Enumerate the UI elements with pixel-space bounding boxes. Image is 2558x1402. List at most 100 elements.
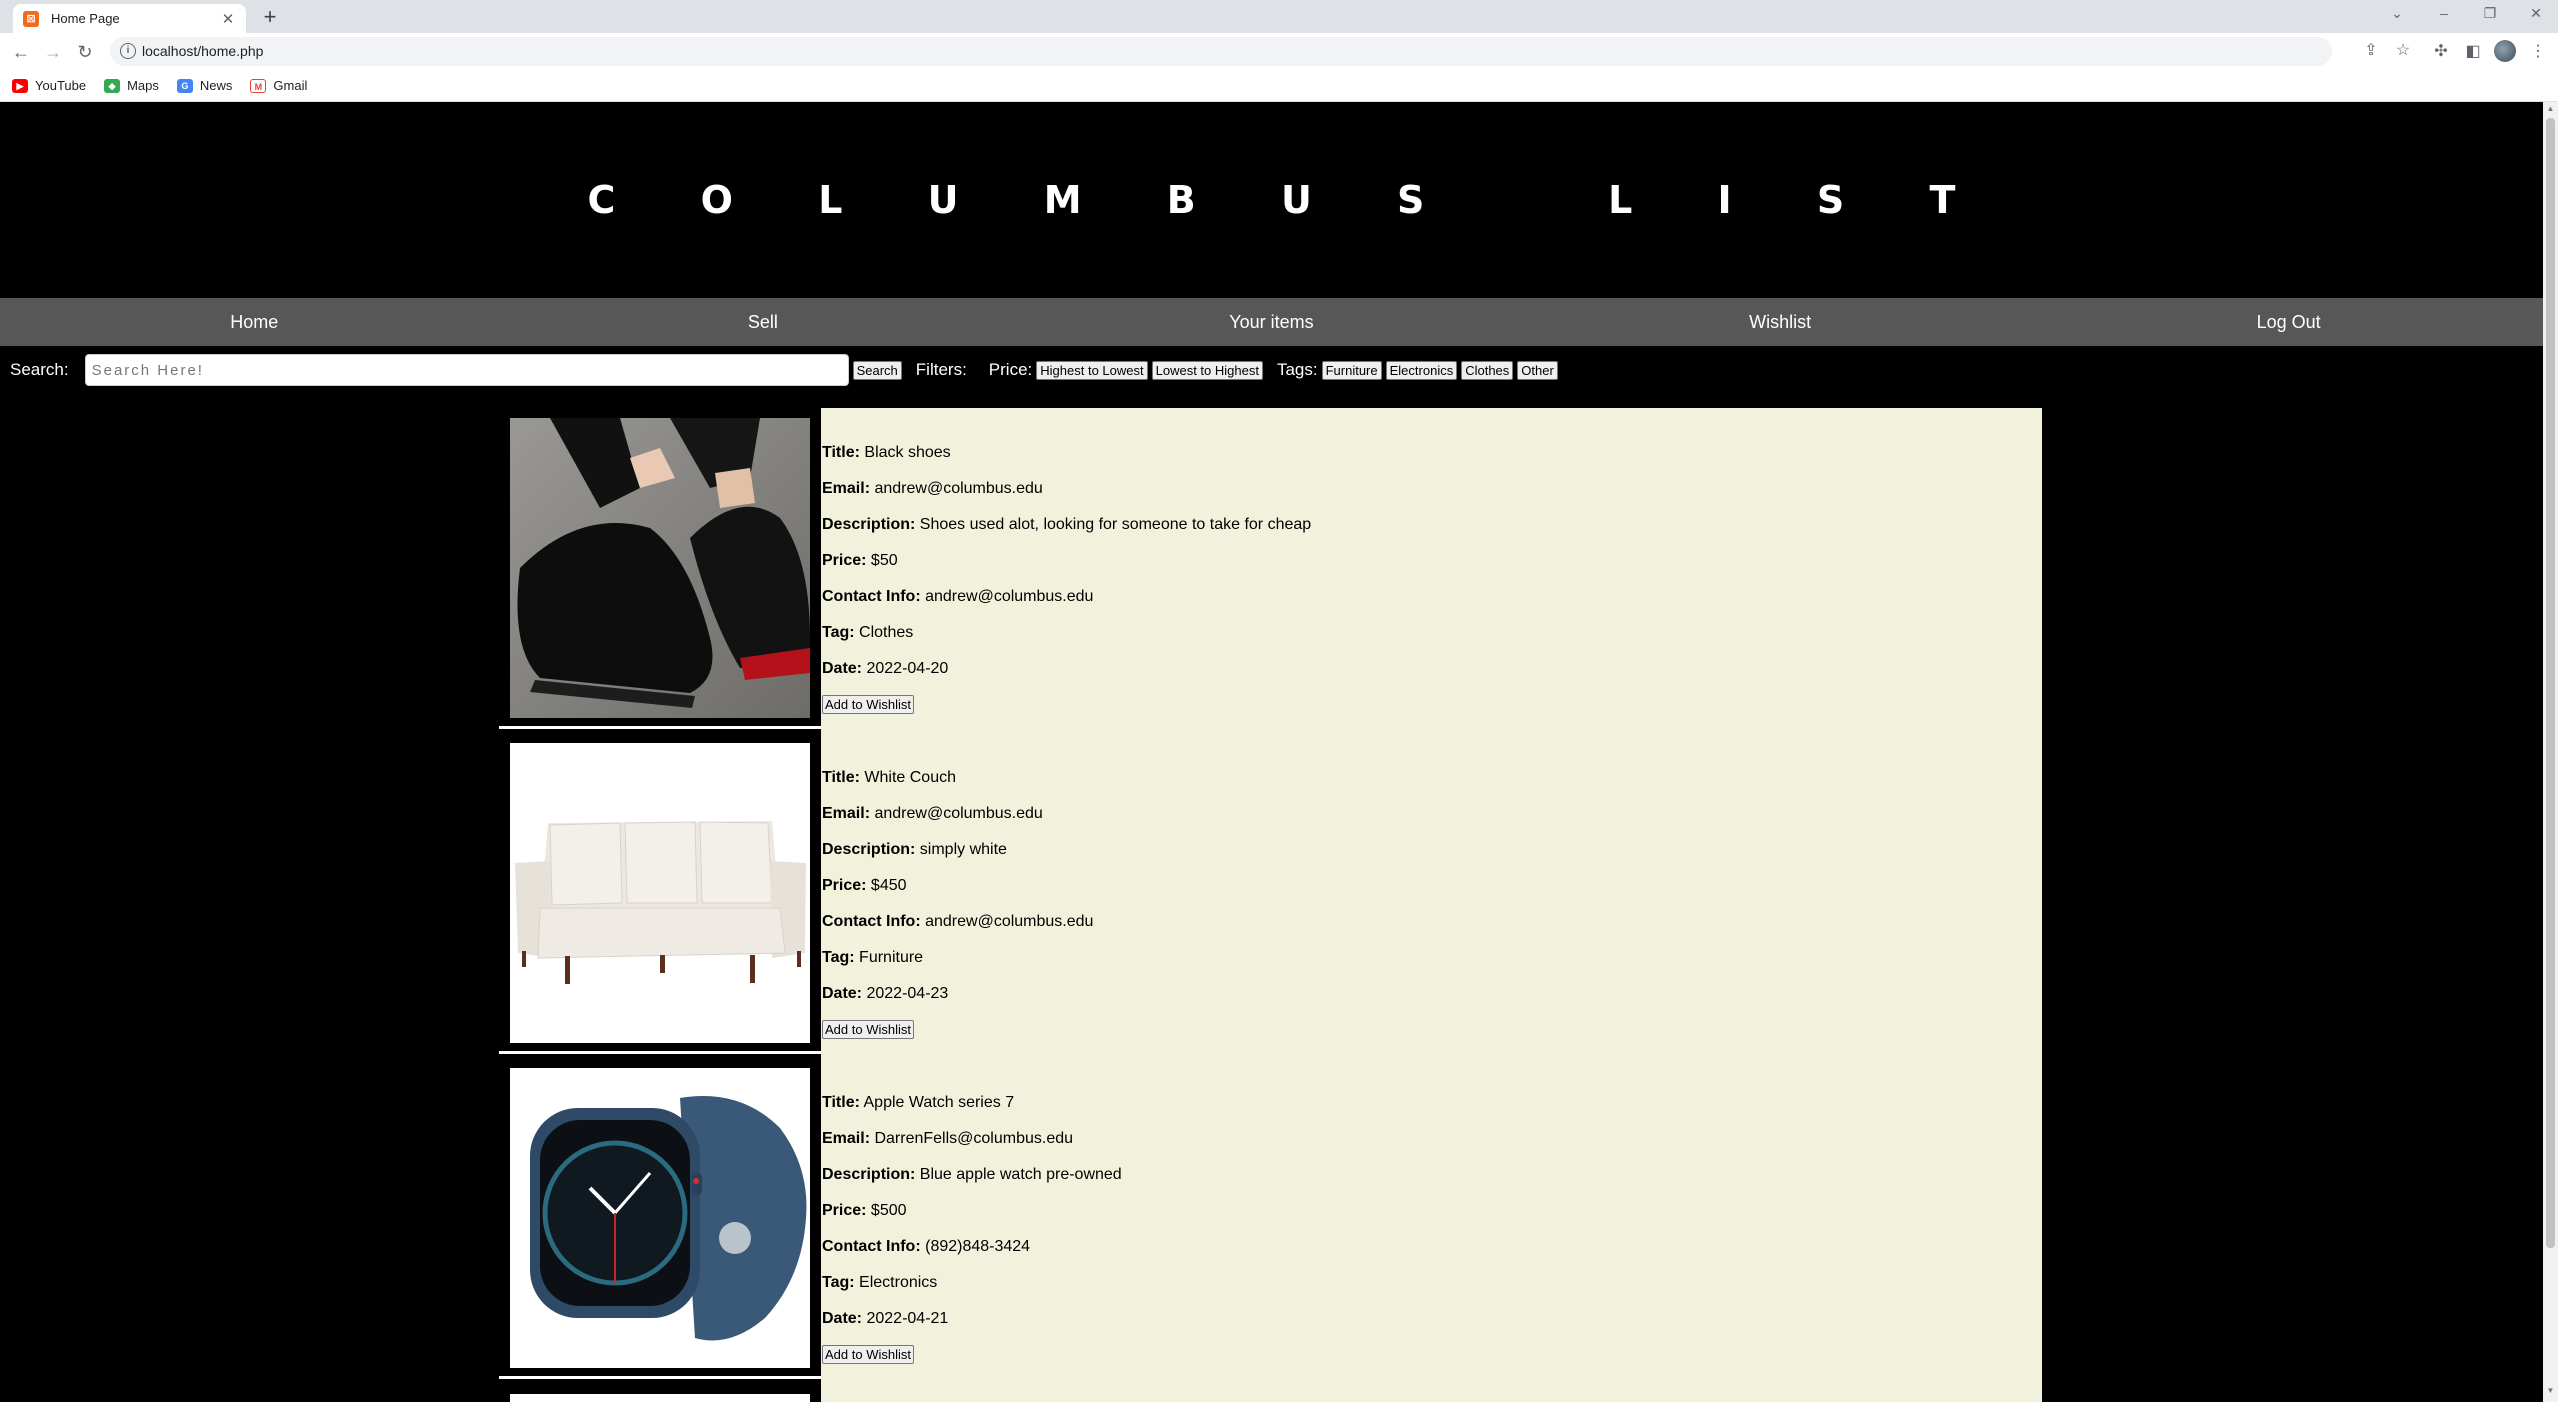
listing-tag: Electronics (859, 1274, 938, 1291)
browser-toolbar: ← → ↻ i localhost/home.php ⇪ ☆ ✣ ◧ ⋮ (0, 33, 2558, 70)
bookmark-star-icon[interactable]: ☆ (2392, 40, 2414, 62)
tag-furniture-button[interactable]: Furniture (1321, 360, 1382, 380)
gmail-icon: M (250, 78, 267, 93)
bookmark-label: News (199, 78, 233, 93)
filter-bar: Search: Search Filters: Price: Highest t… (0, 346, 2543, 394)
bookmarks-bar: ▶ YouTube ◆ Maps G News M Gmail (0, 70, 2558, 102)
listing-description: Shoes used alot, looking for someone to … (919, 516, 1312, 533)
listing-email: DarrenFells@columbus.edu (874, 1130, 1074, 1147)
listing-contact-row: Contact Info: andrew@columbus.edu (822, 913, 1093, 949)
address-bar[interactable]: i localhost/home.php ⇪ ☆ (110, 37, 2410, 66)
bookmark-label: Maps (127, 78, 159, 93)
nav-your-items[interactable]: Your items (1017, 298, 1526, 346)
nav-wishlist[interactable]: Wishlist (1526, 298, 2035, 346)
bookmark-news[interactable]: G News (176, 78, 233, 93)
listing-title-row: Title: Black shoes (822, 444, 1311, 480)
forward-icon[interactable]: → (41, 40, 65, 64)
tag-label: Tag: (822, 624, 855, 641)
scroll-down-icon[interactable]: ▼ (2546, 1386, 2555, 1395)
page-viewport: C O L U M B U S L I S T Home Sell Your i… (0, 102, 2543, 1402)
listing-description-row: Description: simply white (822, 841, 1093, 877)
listing-separator (499, 726, 821, 729)
window-close-icon[interactable]: ✕ (2526, 5, 2546, 22)
browser-tab[interactable]: ⊠ Home Page ✕ (13, 4, 246, 33)
page-scrollbar[interactable]: ▲ ▼ (2543, 102, 2558, 1402)
bookmark-maps[interactable]: ◆ Maps (104, 78, 159, 93)
listing-tag-row: Tag: Clothes (822, 624, 1311, 660)
listing-date-row: Date: 2022-04-21 (822, 1310, 1122, 1346)
news-icon: G (176, 78, 193, 93)
add-to-wishlist-button[interactable]: Add to Wishlist (822, 1345, 914, 1364)
minimize-icon[interactable]: – (2434, 5, 2454, 21)
search-label: Search: (10, 360, 69, 379)
apple-watch-image (510, 1068, 810, 1368)
bookmark-gmail[interactable]: M Gmail (250, 78, 307, 93)
price-label: Price: (822, 552, 867, 569)
listing-date-row: Date: 2022-04-23 (822, 985, 1093, 1021)
listing-description: Blue apple watch pre-owned (919, 1166, 1122, 1183)
tags-label: Tags: (1276, 360, 1318, 379)
listing-contact-row: Contact Info: (892)848-3424 (822, 1238, 1122, 1274)
title-label: Title: (822, 1094, 860, 1111)
listing-details: Title: Black shoes Email: andrew@columbu… (822, 444, 1311, 714)
more-menu-icon[interactable]: ⋮ (2527, 41, 2549, 63)
listing-email: andrew@columbus.edu (874, 480, 1043, 497)
price-label: Price: (822, 877, 867, 894)
price-label: Price: (822, 1202, 867, 1219)
sort-lowest-to-highest-button[interactable]: Lowest to Highest (1151, 360, 1263, 380)
date-label: Date: (822, 1310, 863, 1327)
listing-date: 2022-04-21 (866, 1310, 949, 1327)
listing-price: $450 (870, 877, 907, 894)
scroll-thumb[interactable] (2546, 118, 2555, 1248)
site-info-icon[interactable]: i (120, 43, 136, 59)
listing-title: White Couch (864, 769, 956, 786)
listing-email-row: Email: andrew@columbus.edu (822, 805, 1093, 841)
listing-contact: andrew@columbus.edu (925, 913, 1094, 930)
nav-home[interactable]: Home (0, 298, 509, 346)
listing-price-row: Price: $450 (822, 877, 1093, 913)
filters-label: Filters: (915, 360, 967, 379)
close-tab-icon[interactable]: ✕ (220, 10, 236, 28)
back-icon[interactable]: ← (9, 40, 33, 64)
add-to-wishlist-button[interactable]: Add to Wishlist (822, 1020, 914, 1039)
email-label: Email: (822, 1130, 871, 1147)
next-listing-photo-peek (510, 1394, 810, 1402)
listing-price-row: Price: $50 (822, 552, 1311, 588)
extensions-icon[interactable]: ✣ (2430, 41, 2452, 63)
listing-description: simply white (919, 841, 1007, 858)
listing-price: $50 (870, 552, 898, 569)
search-input[interactable] (84, 354, 849, 386)
profile-avatar[interactable] (2494, 40, 2516, 62)
listing-tag: Furniture (859, 949, 924, 966)
listings: Title: Black shoes Email: andrew@columbu… (499, 408, 2042, 1402)
nav-sell[interactable]: Sell (509, 298, 1018, 346)
search-button[interactable]: Search (852, 360, 902, 380)
bookmark-youtube[interactable]: ▶ YouTube (12, 78, 86, 93)
listing-tag: Clothes (859, 624, 914, 641)
side-panel-icon[interactable]: ◧ (2462, 41, 2484, 63)
add-to-wishlist-button[interactable]: Add to Wishlist (822, 695, 914, 714)
contact-label: Contact Info: (822, 1238, 921, 1255)
tab-search-icon[interactable]: ⌄ (2387, 5, 2407, 22)
date-label: Date: (822, 660, 863, 677)
listing-price: $500 (870, 1202, 907, 1219)
white-couch-image (510, 743, 810, 1043)
reload-icon[interactable]: ↻ (73, 40, 97, 64)
scroll-up-icon[interactable]: ▲ (2546, 104, 2555, 113)
title-label: Title: (822, 444, 860, 461)
listing-tag-row: Tag: Electronics (822, 1274, 1122, 1310)
tag-other-button[interactable]: Other (1517, 360, 1558, 380)
title-label: Title: (822, 769, 860, 786)
listing-price-row: Price: $500 (822, 1202, 1122, 1238)
listing-details: Title: White Couch Email: andrew@columbu… (822, 769, 1093, 1039)
listing-date-row: Date: 2022-04-20 (822, 660, 1311, 696)
restore-icon[interactable]: ❐ (2480, 5, 2500, 22)
listing-item: Title: White Couch Email: andrew@columbu… (499, 733, 2042, 1058)
tag-electronics-button[interactable]: Electronics (1385, 360, 1458, 380)
nav-log-out[interactable]: Log Out (2034, 298, 2543, 346)
sort-highest-to-lowest-button[interactable]: Highest to Lowest (1036, 360, 1148, 380)
tag-clothes-button[interactable]: Clothes (1461, 360, 1514, 380)
share-icon[interactable]: ⇪ (2360, 40, 2382, 62)
new-tab-icon[interactable]: + (258, 5, 282, 29)
listing-separator (499, 1051, 821, 1054)
